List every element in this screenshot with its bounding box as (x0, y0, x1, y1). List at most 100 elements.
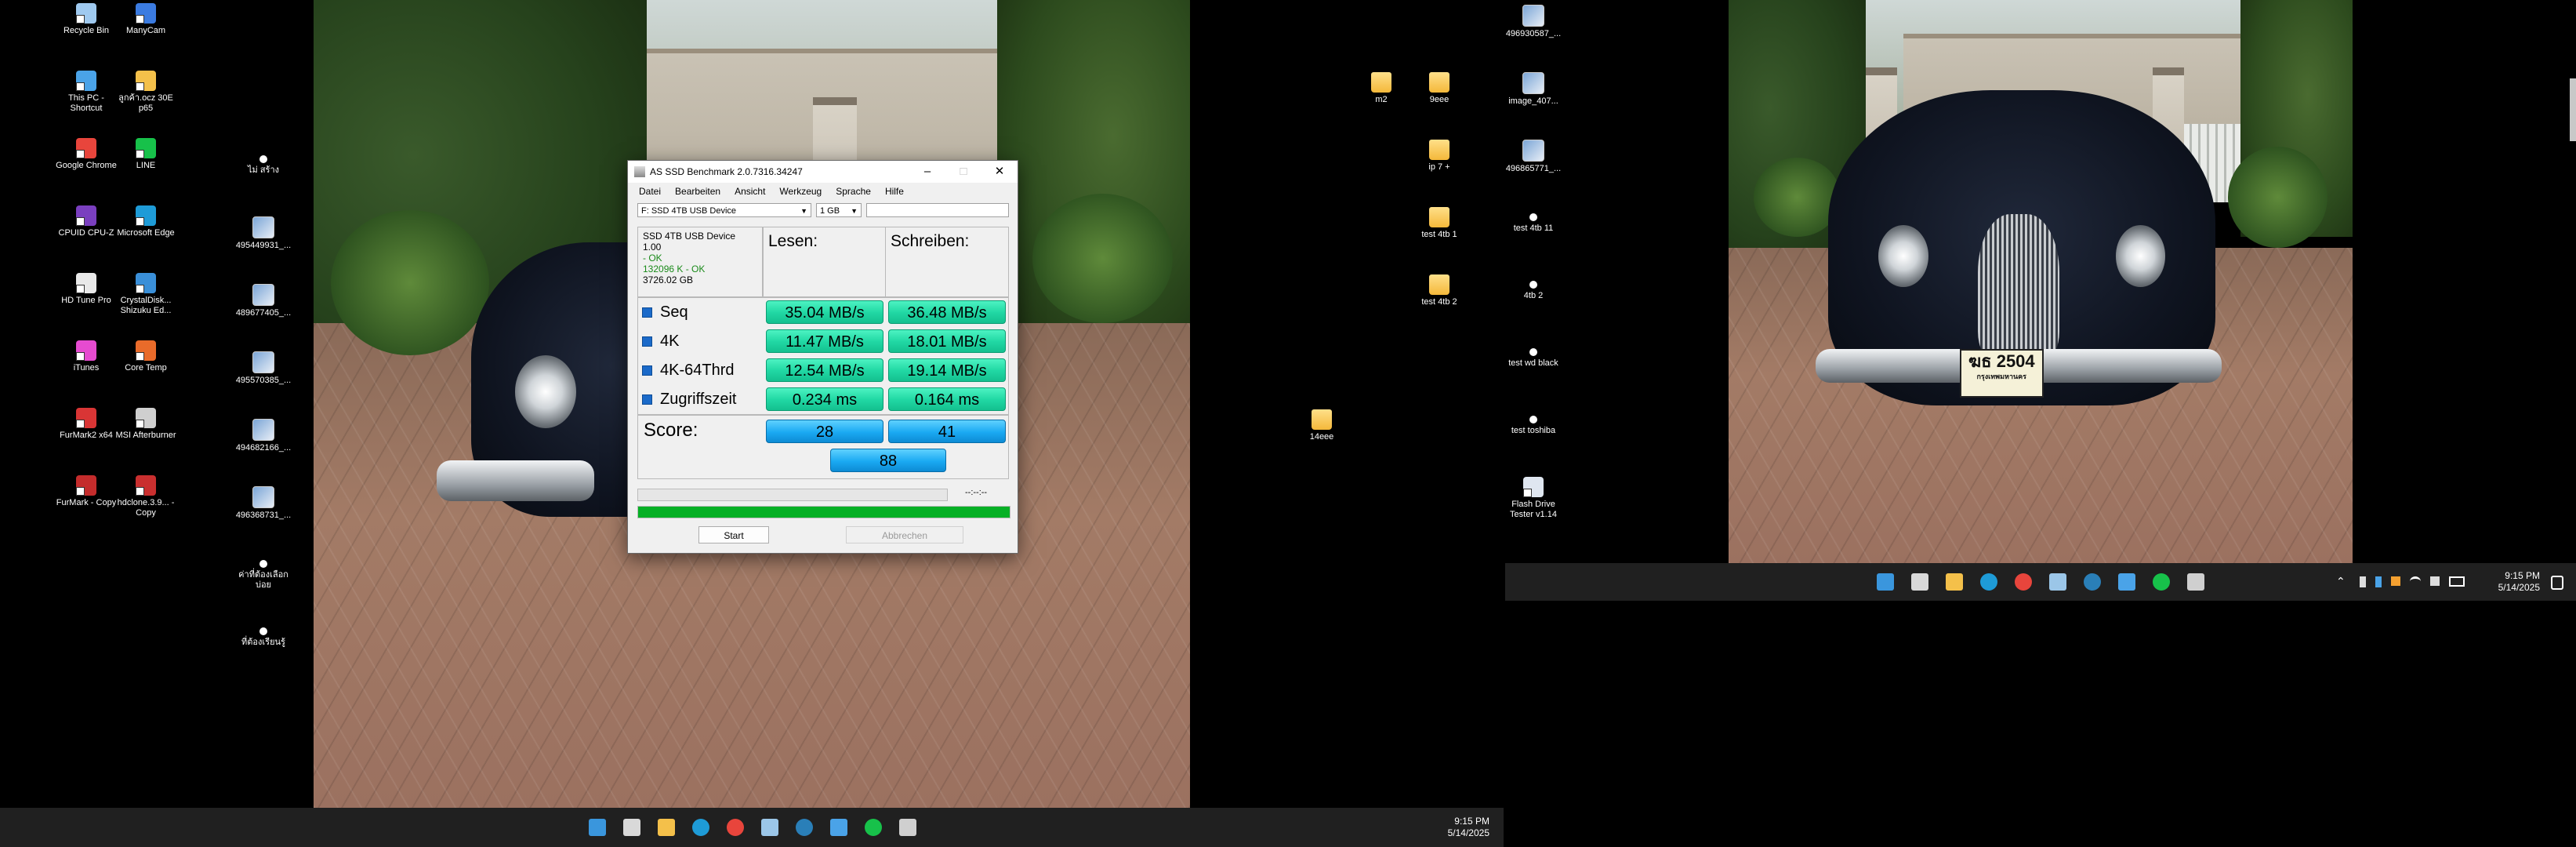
desktop-icon[interactable]: 495449931_... (232, 216, 295, 251)
window-titlebar[interactable]: AS SSD Benchmark 2.0.7316.34247 – □ ✕ (628, 161, 1018, 183)
start-taskbar-icon[interactable] (1877, 573, 1894, 591)
desktop-icon[interactable]: ManyCam (114, 3, 177, 36)
desktop-icon[interactable]: 14eee (1290, 409, 1353, 442)
desktop-icon[interactable]: ไม่ สร้าง (232, 149, 295, 176)
desktop-icon[interactable]: MSI Afterburner (114, 408, 177, 441)
file-explorer-taskbar-icon[interactable] (1946, 573, 1963, 591)
task-view-taskbar-icon[interactable] (1911, 573, 1928, 591)
notification-icon[interactable] (2551, 576, 2563, 590)
volume-icon[interactable] (2430, 576, 2440, 586)
line-taskbar-icon[interactable] (2153, 573, 2170, 591)
desktop-icon[interactable]: 496930587_... (1502, 5, 1565, 39)
desktop-icon-glyph (1529, 348, 1537, 356)
desktop-icon[interactable]: image_407... (1502, 72, 1565, 107)
menu-werkzeug[interactable]: Werkzeug (779, 186, 822, 197)
maximize-button[interactable]: □ (945, 161, 981, 183)
checkbox-access[interactable] (642, 394, 652, 405)
menu-ansicht[interactable]: Ansicht (735, 186, 765, 197)
desktop-icon[interactable]: FurMark2 x64 (55, 408, 118, 441)
desktop-icon[interactable]: m2 (1350, 72, 1413, 105)
checkbox-4k[interactable] (642, 336, 652, 347)
edge-taskbar-icon[interactable] (692, 819, 709, 836)
desktop-icon[interactable]: test wd black (1502, 342, 1565, 369)
desktop-icon[interactable]: CrystalDisk... Shizuku Ed... (114, 273, 177, 316)
checkbox-4k64[interactable] (642, 365, 652, 376)
desktop-icon[interactable]: 495570385_... (232, 351, 295, 386)
desktop-icon[interactable]: ค่าที่ต้องเลือก บ่อย (232, 554, 295, 591)
task-manager-taskbar-icon[interactable] (761, 819, 778, 836)
bluetooth-icon[interactable] (2375, 576, 2382, 587)
desktop-icon[interactable]: FurMark - Copy (55, 475, 118, 508)
right-taskbar-clock[interactable]: 9:15 PM 5/14/2025 (2477, 570, 2540, 594)
desktop-icon[interactable]: 489677405_... (232, 284, 295, 318)
desktop-icon[interactable]: 494682166_... (232, 419, 295, 453)
desktop-icon[interactable]: Microsoft Edge (114, 205, 177, 238)
start-button[interactable]: Start (698, 526, 769, 543)
app-tray-icon[interactable] (2391, 576, 2400, 586)
wifi-icon[interactable] (2410, 576, 2421, 587)
usb-icon[interactable] (2360, 576, 2366, 587)
notepad-taskbar-icon[interactable] (830, 819, 847, 836)
left-taskbar-clock[interactable]: 9:15 PM 5/14/2025 (1427, 816, 1489, 839)
desktop-icon[interactable]: ip 7 + (1408, 140, 1471, 173)
task-view-taskbar-icon[interactable] (623, 819, 640, 836)
desktop-icon[interactable]: This PC - Shortcut (55, 71, 118, 114)
row-access[interactable]: Zugriffszeit (637, 386, 763, 413)
checkbox-seq[interactable] (642, 307, 652, 318)
menu-hilfe[interactable]: Hilfe (885, 186, 904, 197)
notepad-taskbar-icon[interactable] (2118, 573, 2135, 591)
start-taskbar-icon[interactable] (589, 819, 606, 836)
app-icon (634, 166, 645, 177)
line-taskbar-icon[interactable] (865, 819, 882, 836)
desktop-icon[interactable]: iTunes (55, 340, 118, 373)
desktop-icon-glyph (136, 408, 156, 428)
desktop-icon[interactable]: CPUID CPU-Z (55, 205, 118, 238)
progress-fill (638, 507, 1010, 518)
desktop-icon[interactable]: test 4tb 2 (1408, 274, 1471, 307)
menu-sprache[interactable]: Sprache (836, 186, 871, 197)
edge-dev-taskbar-icon[interactable] (2084, 573, 2101, 591)
desktop-icon[interactable]: Flash Drive Tester v1.14 (1502, 477, 1565, 520)
desktop-icon[interactable]: test 4tb 1 (1408, 207, 1471, 240)
edge-taskbar-icon[interactable] (1980, 573, 1997, 591)
desktop-icon[interactable]: hdclone.3.9... - Copy (114, 475, 177, 518)
wallpaper-license-plate: ฆธ 2504 กรุงเทพมหานคร (1959, 349, 2044, 398)
desktop-icon[interactable]: Google Chrome (55, 138, 118, 171)
minimize-button[interactable]: – (909, 161, 945, 183)
right-wallpaper: ฆธ 2504 กรุงเทพมหานคร (1729, 0, 2353, 563)
desktop-icon[interactable]: ลูกค้า.ocz 30E p65 (114, 71, 177, 114)
battery-icon[interactable] (2449, 576, 2465, 587)
as-ssd-taskbar-icon[interactable] (2187, 573, 2204, 591)
desktop-icon[interactable]: Core Temp (114, 340, 177, 373)
desktop-icon[interactable]: 4tb 2 (1502, 274, 1565, 301)
drive-select[interactable]: F: SSD 4TB USB Device ▼ (637, 203, 811, 217)
row-4k[interactable]: 4K (637, 328, 763, 354)
desktop-icon-label: hdclone.3.9... - Copy (117, 498, 175, 518)
menu-bearbeiten[interactable]: Bearbeiten (675, 186, 720, 197)
desktop-icon[interactable]: 496368731_... (232, 486, 295, 521)
file-explorer-taskbar-icon[interactable] (658, 819, 675, 836)
size-select[interactable]: 1 GB ▼ (816, 203, 862, 217)
edge-dev-taskbar-icon[interactable] (796, 819, 813, 836)
row-seq[interactable]: Seq (637, 299, 763, 325)
task-manager-taskbar-icon[interactable] (2049, 573, 2066, 591)
desktop-icon[interactable]: LINE (114, 138, 177, 171)
as-ssd-taskbar-icon[interactable] (899, 819, 916, 836)
cancel-button[interactable]: Abbrechen (846, 526, 963, 543)
chrome-taskbar-icon[interactable] (727, 819, 744, 836)
desktop-icon[interactable]: HD Tune Pro (55, 273, 118, 306)
desktop-icon-label: Flash Drive Tester v1.14 (1510, 500, 1557, 519)
close-button[interactable]: ✕ (981, 161, 1018, 183)
desktop-icon[interactable]: 496865771_... (1502, 140, 1565, 174)
desktop-icon[interactable]: ที่ต้องเรียนรู้ (232, 621, 295, 648)
menu-datei[interactable]: Datei (639, 186, 661, 197)
chevron-up-icon[interactable]: ⌃ (2336, 575, 2346, 588)
row-4k64[interactable]: 4K-64Thrd (637, 357, 763, 384)
notes-field[interactable] (866, 203, 1009, 217)
desktop-icon-glyph (259, 560, 267, 568)
desktop-icon[interactable]: Recycle Bin (55, 3, 118, 36)
desktop-icon[interactable]: test toshiba (1502, 409, 1565, 436)
desktop-icon[interactable]: test 4tb 11 (1502, 207, 1565, 234)
chrome-taskbar-icon[interactable] (2015, 573, 2032, 591)
desktop-icon[interactable]: 9eee (1408, 72, 1471, 105)
